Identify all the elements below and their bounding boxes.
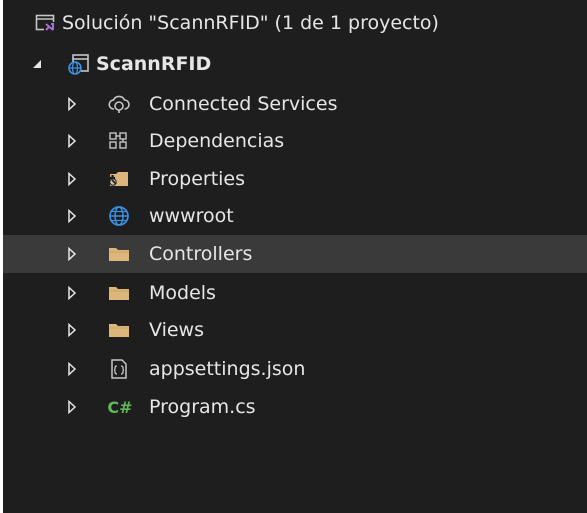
csharp-file-icon: C# <box>107 397 133 417</box>
solution-explorer-panel: Solución "ScannRFID" (1 de 1 proyecto) S… <box>3 0 587 513</box>
properties-icon <box>108 168 130 190</box>
json-file-icon <box>108 358 130 380</box>
tree-item-label: Properties <box>149 168 246 190</box>
collapsed-arrow-icon[interactable] <box>65 286 79 300</box>
solution-icon <box>35 12 57 34</box>
collapsed-arrow-icon[interactable] <box>65 172 79 186</box>
collapsed-arrow-icon[interactable] <box>65 134 79 148</box>
solution-label: Solución "ScannRFID" (1 de 1 proyecto) <box>62 12 439 34</box>
web-project-icon <box>68 53 90 75</box>
tree-item-controllers[interactable]: Controllers <box>3 235 587 273</box>
tree-item-label: Controllers <box>149 243 253 265</box>
folder-icon <box>108 282 130 304</box>
project-label: ScannRFID <box>96 53 212 75</box>
folder-icon <box>108 243 130 265</box>
tree-item-program-cs[interactable]: C# Program.cs <box>3 388 587 426</box>
collapsed-arrow-icon[interactable] <box>65 209 79 223</box>
tree-item-label: Dependencias <box>149 130 285 152</box>
collapsed-arrow-icon[interactable] <box>65 400 79 414</box>
tree-item-wwwroot[interactable]: wwwroot <box>3 197 587 235</box>
collapsed-arrow-icon[interactable] <box>65 97 79 111</box>
tree-item-label: wwwroot <box>149 205 234 227</box>
collapsed-arrow-icon[interactable] <box>65 323 79 337</box>
collapsed-arrow-icon[interactable] <box>65 362 79 376</box>
tree-item-label: Connected Services <box>149 93 338 115</box>
tree-item-properties[interactable]: Properties <box>3 160 587 198</box>
tree-item-appsettings-json[interactable]: appsettings.json <box>3 350 587 388</box>
solution-node[interactable]: Solución "ScannRFID" (1 de 1 proyecto) <box>3 4 587 42</box>
project-node-scannrfid[interactable]: ScannRFID <box>3 45 587 83</box>
tree-item-dependencias[interactable]: Dependencias <box>3 122 587 160</box>
expanded-arrow-icon[interactable] <box>30 57 44 71</box>
tree-item-views[interactable]: Views <box>3 311 587 349</box>
connected-services-icon <box>108 93 130 115</box>
tree-item-label: appsettings.json <box>149 358 306 380</box>
globe-icon <box>108 205 130 227</box>
collapsed-arrow-icon[interactable] <box>65 247 79 261</box>
tree-item-connected-services[interactable]: Connected Services <box>3 85 587 123</box>
tree-item-label: Views <box>149 319 204 341</box>
tree-item-label: Models <box>149 282 216 304</box>
tree-item-label: Program.cs <box>149 396 256 418</box>
tree-item-models[interactable]: Models <box>3 274 587 312</box>
dependencies-icon <box>108 130 130 152</box>
folder-icon <box>108 319 130 341</box>
